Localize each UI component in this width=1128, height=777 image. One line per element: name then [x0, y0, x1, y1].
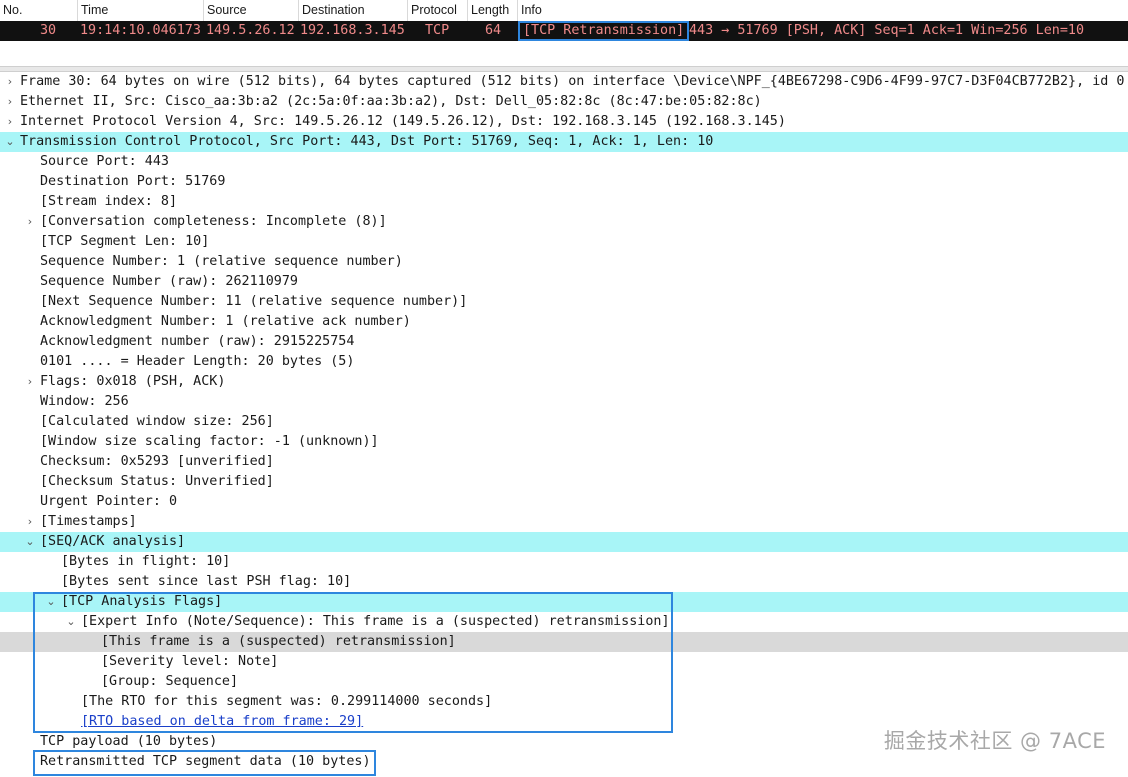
tree-row-label: [TCP Analysis Flags] [61, 594, 223, 609]
tree-row-label: [The RTO for this segment was: 0.2991140… [81, 694, 493, 709]
seq-ack-analysis-row[interactable]: ⌄ [SEQ/ACK analysis] [0, 532, 1128, 552]
packet-protocol: TCP [425, 23, 450, 38]
source-port-row[interactable]: Source Port: 443 [0, 152, 1128, 172]
retransmitted-data-row[interactable]: Retransmitted TCP segment data (10 bytes… [0, 752, 1128, 772]
rto-row[interactable]: [The RTO for this segment was: 0.2991140… [0, 692, 1128, 712]
tree-row-label: Checksum: 0x5293 [unverified] [40, 454, 274, 469]
expert-info-row[interactable]: ⌄ [Expert Info (Note/Sequence): This fram… [0, 612, 1128, 632]
tree-row-label: Sequence Number: 1 (relative sequence nu… [40, 254, 403, 269]
column-header-time[interactable]: Time [78, 0, 204, 21]
destination-port-row[interactable]: Destination Port: 51769 [0, 172, 1128, 192]
chevron-right-icon[interactable]: › [4, 72, 16, 92]
tree-row-label: Frame 30: 64 bytes on wire (512 bits), 6… [20, 74, 1125, 89]
tree-row-label: Acknowledgment number (raw): 2915225754 [40, 334, 355, 349]
tcp-row[interactable]: ⌄ Transmission Control Protocol, Src Port… [0, 132, 1128, 152]
watermark: 掘金技术社区 @ 7ACE [883, 729, 1106, 753]
ethernet-row[interactable]: › Ethernet II, Src: Cisco_aa:3b:a2 (2c:5a… [0, 92, 1128, 112]
tree-row-label: [Group: Sequence] [101, 674, 239, 689]
group-row[interactable]: [Group: Sequence] [0, 672, 1128, 692]
tree-row-label: Sequence Number (raw): 262110979 [40, 274, 298, 289]
window-scaling-factor-row[interactable]: [Window size scaling factor: -1 (unknown… [0, 432, 1128, 452]
tree-row-label: Window: 256 [40, 394, 129, 409]
checksum-row[interactable]: Checksum: 0x5293 [unverified] [0, 452, 1128, 472]
window-row[interactable]: Window: 256 [0, 392, 1128, 412]
tree-row-label: [Window size scaling factor: -1 (unknown… [40, 434, 379, 449]
tree-row-label: 0101 .... = Header Length: 20 bytes (5) [40, 354, 355, 369]
tree-row-label: Destination Port: 51769 [40, 174, 226, 189]
tree-row-label: Acknowledgment Number: 1 (relative ack n… [40, 314, 411, 329]
chevron-down-icon[interactable]: ⌄ [4, 132, 16, 152]
header-length-row[interactable]: 0101 .... = Header Length: 20 bytes (5) [0, 352, 1128, 372]
packet-info-retransmission-tag: [TCP Retransmission] [518, 21, 690, 41]
packet-list-header: No. Time Source Destination Protocol Len… [0, 0, 1128, 22]
tcp-segment-len-row[interactable]: [TCP Segment Len: 10] [0, 232, 1128, 252]
column-header-length[interactable]: Length [468, 0, 518, 21]
column-header-protocol[interactable]: Protocol [408, 0, 468, 21]
ipv4-row[interactable]: › Internet Protocol Version 4, Src: 149.5… [0, 112, 1128, 132]
column-header-info[interactable]: Info [518, 0, 1128, 21]
packet-info: 443 → 51769 [PSH, ACK] Seq=1 Ack=1 Win=2… [689, 23, 1085, 38]
tree-row-label: [Calculated window size: 256] [40, 414, 274, 429]
chevron-right-icon[interactable]: › [24, 512, 36, 532]
rto-frame-link[interactable]: [RTO based on delta from frame: 29] [81, 712, 363, 732]
tree-row-label: Internet Protocol Version 4, Src: 149.5.… [20, 114, 786, 129]
packet-length: 64 [485, 23, 502, 38]
packet-row-selected[interactable]: 30 19:14:10.046173 149.5.26.12 192.168.3… [0, 21, 1128, 41]
tree-row-label: [Stream index: 8] [40, 194, 178, 209]
chevron-down-icon[interactable]: ⌄ [45, 592, 57, 612]
tree-row-label: [Bytes in flight: 10] [61, 554, 231, 569]
tree-row-label: Source Port: 443 [40, 154, 169, 169]
packet-no: 30 [40, 23, 57, 38]
bytes-in-flight-row[interactable]: [Bytes in flight: 10] [0, 552, 1128, 572]
bytes-since-psh-row[interactable]: [Bytes sent since last PSH flag: 10] [0, 572, 1128, 592]
chevron-right-icon[interactable]: › [24, 372, 36, 392]
tree-row-label: [Timestamps] [40, 514, 137, 529]
checksum-status-row[interactable]: [Checksum Status: Unverified] [0, 472, 1128, 492]
tree-row-label: [Severity level: Note] [101, 654, 279, 669]
column-header-no[interactable]: No. [0, 0, 78, 21]
conversation-completeness-row[interactable]: › [Conversation completeness: Incomplete … [0, 212, 1128, 232]
acknowledgment-number-raw-row[interactable]: Acknowledgment number (raw): 2915225754 [0, 332, 1128, 352]
column-header-source[interactable]: Source [204, 0, 299, 21]
urgent-pointer-row[interactable]: Urgent Pointer: 0 [0, 492, 1128, 512]
tree-row-label: Urgent Pointer: 0 [40, 494, 178, 509]
tree-row-label: [This frame is a (suspected) retransmiss… [101, 634, 456, 649]
tcp-analysis-flags-row[interactable]: ⌄ [TCP Analysis Flags] [0, 592, 1128, 612]
tree-row-label: [SEQ/ACK analysis] [40, 534, 186, 549]
tree-row-label: Flags: 0x018 (PSH, ACK) [40, 374, 226, 389]
tree-row-label: [TCP Segment Len: 10] [40, 234, 210, 249]
chevron-right-icon[interactable]: › [4, 112, 16, 132]
packet-source: 149.5.26.12 [206, 23, 295, 38]
tree-row-label: Retransmitted TCP segment data (10 bytes… [40, 754, 371, 769]
tree-row-label: [Conversation completeness: Incomplete (… [40, 214, 387, 229]
tree-row-label: TCP payload (10 bytes) [40, 734, 218, 749]
calculated-window-size-row[interactable]: [Calculated window size: 256] [0, 412, 1128, 432]
tree-row-label: Transmission Control Protocol, Src Port:… [20, 134, 714, 149]
tree-row-label: [Next Sequence Number: 11 (relative sequ… [40, 294, 468, 309]
stream-index-row[interactable]: [Stream index: 8] [0, 192, 1128, 212]
packet-time: 19:14:10.046173 [80, 23, 201, 38]
suspected-retransmission-row[interactable]: [This frame is a (suspected) retransmiss… [0, 632, 1128, 652]
chevron-right-icon[interactable]: › [24, 212, 36, 232]
chevron-down-icon[interactable]: ⌄ [65, 612, 77, 632]
frame-row[interactable]: › Frame 30: 64 bytes on wire (512 bits), … [0, 72, 1128, 92]
sequence-number-raw-row[interactable]: Sequence Number (raw): 262110979 [0, 272, 1128, 292]
timestamps-row[interactable]: › [Timestamps] [0, 512, 1128, 532]
acknowledgment-number-row[interactable]: Acknowledgment Number: 1 (relative ack n… [0, 312, 1128, 332]
next-sequence-number-row[interactable]: [Next Sequence Number: 11 (relative sequ… [0, 292, 1128, 312]
tree-row-label: [Expert Info (Note/Sequence): This frame… [81, 614, 670, 629]
severity-level-row[interactable]: [Severity level: Note] [0, 652, 1128, 672]
column-header-destination[interactable]: Destination [299, 0, 408, 21]
chevron-down-icon[interactable]: ⌄ [24, 532, 36, 552]
tree-row-label: [Checksum Status: Unverified] [40, 474, 274, 489]
chevron-right-icon[interactable]: › [4, 92, 16, 112]
tree-row-label: [Bytes sent since last PSH flag: 10] [61, 574, 352, 589]
packet-destination: 192.168.3.145 [300, 23, 405, 38]
flags-row[interactable]: › Flags: 0x018 (PSH, ACK) [0, 372, 1128, 392]
tree-row-label: Ethernet II, Src: Cisco_aa:3b:a2 (2c:5a:… [20, 94, 762, 109]
sequence-number-row[interactable]: Sequence Number: 1 (relative sequence nu… [0, 252, 1128, 272]
